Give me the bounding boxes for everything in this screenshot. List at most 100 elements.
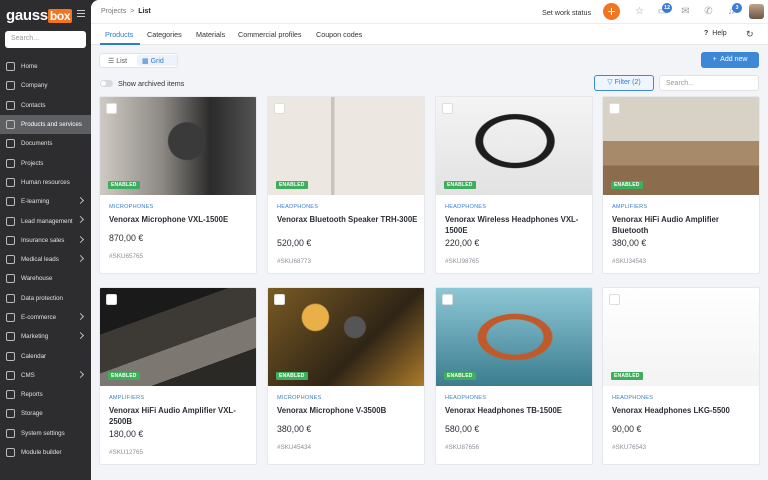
product-select-checkbox[interactable] (442, 103, 453, 114)
product-name[interactable]: Venorax HiFi Audio Amplifier VXL-2500B (109, 406, 251, 427)
product-name[interactable]: Venorax Headphones LKG-5500 (612, 406, 754, 417)
product-price: 180,00 € (109, 429, 144, 439)
sidebar-item-documents[interactable]: Documents (0, 134, 91, 153)
status-badge: ENABLED (108, 372, 140, 380)
warehouse-icon (6, 274, 15, 284)
sidebar-item-label: Marketing (21, 333, 49, 341)
hamburger-menu-icon[interactable] (77, 10, 85, 17)
sidebar-search-input[interactable]: Search... (5, 31, 86, 48)
product-name[interactable]: Venorax HiFi Audio Amplifier Bluetooth (612, 215, 754, 236)
grid-view-button[interactable]: ▦ Grid (142, 57, 164, 65)
product-category[interactable]: HEADPHONES (277, 204, 318, 210)
product-card[interactable]: ENABLED HEADPHONES Venorax Bluetooth Speak… (267, 96, 425, 274)
sidebar-item-warehouse[interactable]: Warehouse (0, 269, 91, 288)
sidebar-item-insurance-sales[interactable]: Insurance sales (0, 231, 91, 250)
product-name[interactable]: Venorax Microphone VXL-1500E (109, 215, 251, 226)
tab-coupon-codes[interactable]: Coupon codes (316, 30, 362, 39)
phone-icon[interactable]: ✆ (703, 6, 714, 17)
sidebar-item-products-and-services[interactable]: Products and services (0, 114, 91, 135)
product-select-checkbox[interactable] (274, 103, 285, 114)
product-card[interactable]: ENABLED MICROPHONES Venorax Microphone VXL… (99, 96, 257, 274)
chevron-right-icon (76, 235, 85, 243)
user-avatar[interactable] (749, 4, 764, 19)
product-card[interactable]: ENABLED HEADPHONES Venorax Wireless Headph… (435, 96, 593, 274)
sidebar-item-label: Human resources (21, 178, 70, 186)
tab-commercial-profiles[interactable]: Commercial profiles (238, 30, 302, 39)
filter-label: Filter (2) (614, 79, 641, 86)
breadcrumb-separator: > (130, 8, 135, 15)
product-category[interactable]: HEADPHONES (445, 395, 486, 401)
show-archived-toggle[interactable] (100, 80, 113, 87)
sidebar-item-e-learning[interactable]: E-learning (0, 192, 91, 211)
product-sku: #SKU12765 (109, 449, 143, 456)
product-select-checkbox[interactable] (609, 103, 620, 114)
tab-products[interactable]: Products (105, 30, 133, 39)
sidebar-item-cms[interactable]: CMS (0, 366, 91, 385)
product-card[interactable]: ENABLED HEADPHONES Venorax Headphones TB-1… (435, 287, 593, 465)
status-badge: ENABLED (611, 372, 643, 380)
box-icon (6, 120, 15, 130)
product-category[interactable]: HEADPHONES (612, 395, 653, 401)
star-icon[interactable]: ☆ (634, 6, 645, 17)
product-select-checkbox[interactable] (442, 294, 453, 305)
sidebar-item-label: E-commerce (21, 314, 57, 321)
product-price: 220,00 € (445, 238, 480, 248)
product-name[interactable]: Venorax Microphone V-3500B (277, 406, 419, 417)
sidebar-item-marketing[interactable]: Marketing (0, 327, 91, 346)
breadcrumb-projects[interactable]: Projects (101, 8, 126, 15)
tab-materials[interactable]: Materials (196, 30, 225, 39)
sidebar-item-storage[interactable]: Storage (0, 404, 91, 423)
sidebar-item-system-settings[interactable]: System settings (0, 424, 91, 443)
tab-categories[interactable]: Categories (147, 30, 182, 39)
sidebar-item-e-commerce[interactable]: E-commerce (0, 308, 91, 327)
sidebar-item-module-builder[interactable]: Module builder (0, 443, 91, 462)
product-name[interactable]: Venorax Headphones TB-1500E (445, 406, 587, 417)
product-select-checkbox[interactable] (609, 294, 620, 305)
home-icon (6, 62, 15, 72)
sidebar-item-calendar[interactable]: Calendar (0, 346, 91, 365)
product-name[interactable]: Venorax Wireless Headphones VXL-1500E (445, 215, 587, 236)
list-view-button[interactable]: ☰ List (108, 57, 127, 65)
mail-icon[interactable]: ✉ (680, 6, 691, 17)
filter-button[interactable]: ▽ Filter (2) (594, 75, 654, 91)
product-select-checkbox[interactable] (274, 294, 285, 305)
product-category[interactable]: AMPLIFIERS (612, 204, 647, 210)
product-category[interactable]: HEADPHONES (445, 204, 486, 210)
sidebar-item-label: Data protection (21, 294, 63, 302)
product-card[interactable]: ENABLED AMPLIFIERS Venorax HiFi Audio Ampl… (99, 287, 257, 465)
breadcrumb-current: List (138, 8, 151, 15)
sidebar-item-lead-management[interactable]: Lead management (0, 211, 91, 230)
product-category[interactable]: MICROPHONES (277, 395, 321, 401)
product-card[interactable]: ENABLED HEADPHONES Venorax Headphones LKG-… (602, 287, 760, 465)
quick-add-button[interactable]: + (603, 3, 620, 20)
chart-icon (6, 390, 15, 400)
sidebar-item-label: Contacts (21, 101, 46, 109)
sidebar-item-company[interactable]: Company (0, 76, 91, 95)
product-card[interactable]: ENABLED AMPLIFIERS Venorax HiFi Audio Ampl… (602, 96, 760, 274)
sidebar-item-human-resources[interactable]: Human resources (0, 173, 91, 192)
product-search-input[interactable]: Search... (659, 75, 759, 91)
sidebar-item-reports[interactable]: Reports (0, 385, 91, 404)
refresh-icon[interactable]: ↻ (746, 29, 754, 40)
product-select-checkbox[interactable] (106, 103, 117, 114)
product-category[interactable]: AMPLIFIERS (109, 395, 144, 401)
product-name[interactable]: Venorax Bluetooth Speaker TRH-300E (277, 215, 419, 226)
product-category[interactable]: MICROPHONES (109, 204, 153, 210)
add-new-label: Add new (720, 56, 748, 63)
sidebar-item-label: Lead management (21, 217, 73, 225)
sidebar-item-data-protection[interactable]: Data protection (0, 289, 91, 308)
sidebar-item-contacts[interactable]: Contacts (0, 96, 91, 115)
product-select-checkbox[interactable] (106, 294, 117, 305)
app-logo[interactable]: gauss box (6, 7, 73, 24)
gear-icon (6, 428, 15, 438)
product-card[interactable]: ENABLED MICROPHONES Venorax Microphone V-3… (267, 287, 425, 465)
set-work-status-button[interactable]: Set work status (542, 8, 591, 17)
sidebar-item-projects[interactable]: Projects (0, 153, 91, 172)
folder-icon (6, 158, 15, 168)
product-sku: #SKU45434 (277, 444, 311, 451)
add-new-button[interactable]: + Add new (701, 52, 759, 68)
help-link[interactable]: ? Help (704, 30, 727, 37)
sidebar-item-home[interactable]: Home (0, 57, 91, 76)
sidebar-item-medical-leads[interactable]: Medical leads (0, 250, 91, 269)
filter-icon: ▽ (607, 79, 613, 86)
